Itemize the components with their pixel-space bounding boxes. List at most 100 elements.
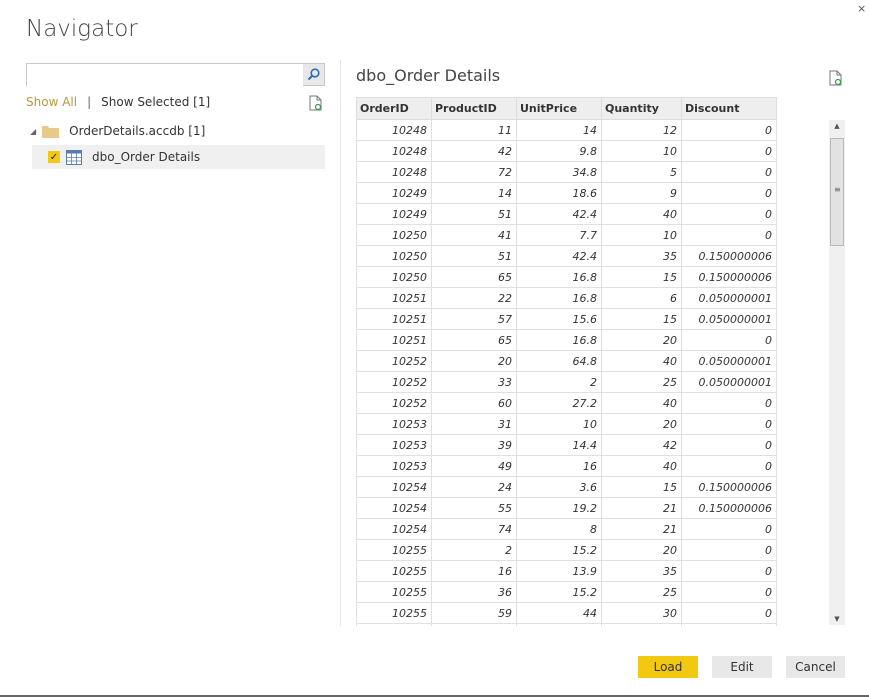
- table-cell: 10: [601, 224, 682, 246]
- table-cell: 51: [431, 203, 517, 225]
- table-cell: 74: [431, 518, 517, 540]
- table-cell: 20: [601, 539, 682, 561]
- close-button[interactable]: ×: [857, 2, 866, 15]
- refresh-preview-icon[interactable]: [829, 70, 842, 86]
- table-cell: 42.4: [516, 245, 602, 267]
- column-header[interactable]: Discount: [681, 97, 777, 120]
- table-row: 10252 20 64.8 40 0.050000001: [356, 350, 777, 372]
- table-cell: 10252: [356, 371, 432, 393]
- table-cell: [431, 623, 517, 626]
- table-cell: 15: [601, 476, 682, 498]
- grip-icon: ≡: [834, 185, 841, 194]
- table-cell: 10248: [356, 119, 432, 141]
- table-row: 10255 2 15.2 20 0: [356, 539, 777, 561]
- table-cell: 19.2: [516, 497, 602, 519]
- table-cell: 40: [601, 455, 682, 477]
- table-cell: 22: [431, 287, 517, 309]
- table-cell: 15.2: [516, 539, 602, 561]
- table-row: 10253 31 10 20 0: [356, 413, 777, 435]
- search-input[interactable]: [27, 64, 303, 86]
- table-cell: 12: [601, 119, 682, 141]
- table-cell: 0.150000006: [681, 266, 777, 288]
- table-cell: 0: [681, 140, 777, 162]
- table-cell: 2: [431, 539, 517, 561]
- table-cell: 42: [431, 140, 517, 162]
- refresh-icon[interactable]: [309, 95, 322, 111]
- table-cell: 10: [516, 413, 602, 435]
- table-cell: 2: [516, 371, 602, 393]
- checkbox[interactable]: ✓: [48, 151, 60, 163]
- scroll-down-icon[interactable]: ▼: [829, 615, 845, 623]
- table-cell: 10249: [356, 203, 432, 225]
- table-cell: 20: [431, 350, 517, 372]
- table-cell: 10251: [356, 329, 432, 351]
- table-cell: 20: [601, 413, 682, 435]
- table-cell: 14: [516, 119, 602, 141]
- table-cell: 10251: [356, 287, 432, 309]
- table-cell: 40: [601, 392, 682, 414]
- scroll-up-icon[interactable]: ▲: [829, 122, 845, 130]
- table-cell: 9.8: [516, 140, 602, 162]
- data-table: OrderID ProductID UnitPrice Quantity Discoun…: [356, 97, 777, 626]
- table-cell: 0.150000006: [681, 245, 777, 267]
- collapse-triangle-icon[interactable]: ◢: [30, 127, 36, 136]
- cancel-button[interactable]: Cancel: [786, 656, 845, 678]
- table-cell: 60: [431, 392, 517, 414]
- table-cell: 0: [681, 329, 777, 351]
- table-cell: 0.050000001: [681, 371, 777, 393]
- column-header[interactable]: ProductID: [431, 97, 517, 120]
- table-cell: 10254: [356, 497, 432, 519]
- table-cell: 7.7: [516, 224, 602, 246]
- table-cell: 0: [681, 602, 777, 624]
- filter-links: Show All | Show Selected [1]: [26, 95, 210, 109]
- table-cell: 15: [601, 308, 682, 330]
- table-cell: 33: [431, 371, 517, 393]
- table-cell: 6: [601, 287, 682, 309]
- folder-icon: [42, 125, 60, 138]
- table-cell: 10255: [356, 602, 432, 624]
- table-cell: 0.150000006: [681, 497, 777, 519]
- table-cell: 10: [601, 140, 682, 162]
- load-button[interactable]: Load: [638, 656, 698, 678]
- table-cell: 10252: [356, 392, 432, 414]
- table-cell: 0: [681, 161, 777, 183]
- table-cell: 8: [516, 518, 602, 540]
- table-cell: 40: [601, 203, 682, 225]
- table-cell: 3.6: [516, 476, 602, 498]
- table-cell: 0: [681, 413, 777, 435]
- table-cell: 44: [516, 602, 602, 624]
- table-cell: 35: [601, 560, 682, 582]
- tree-item-dbo-order-details[interactable]: ✓ dbo_Order Details: [32, 145, 325, 169]
- vertical-scrollbar[interactable]: ▲ ≡ ▼: [829, 120, 845, 625]
- table-cell: [601, 623, 682, 626]
- table-cell: 65: [431, 329, 517, 351]
- show-all-link[interactable]: Show All: [26, 95, 77, 109]
- table-cell: [356, 623, 432, 626]
- show-selected-link[interactable]: Show Selected [1]: [101, 95, 210, 109]
- table-cell: 15.6: [516, 308, 602, 330]
- table-cell: 42: [601, 434, 682, 456]
- table-cell: 14: [431, 182, 517, 204]
- table-cell: 21: [601, 497, 682, 519]
- table-cell: 42.4: [516, 203, 602, 225]
- table-cell: 10249: [356, 182, 432, 204]
- tree-folder[interactable]: ◢ OrderDetails.accdb [1]: [30, 124, 205, 138]
- table-cell: 15: [601, 266, 682, 288]
- table-cell: 16.8: [516, 266, 602, 288]
- table-cell: 11: [431, 119, 517, 141]
- table-cell: 57: [431, 308, 517, 330]
- column-header[interactable]: UnitPrice: [516, 97, 602, 120]
- table-row: 10250 41 7.7 10 0: [356, 224, 777, 246]
- search-button[interactable]: [303, 64, 324, 85]
- table-cell: 0: [681, 560, 777, 582]
- scroll-thumb[interactable]: ≡: [830, 138, 844, 246]
- edit-button[interactable]: Edit: [712, 656, 772, 678]
- table-row: [356, 623, 777, 626]
- table-cell: 10254: [356, 476, 432, 498]
- preview-grid[interactable]: OrderID ProductID UnitPrice Quantity Discoun…: [356, 97, 777, 626]
- column-header[interactable]: Quantity: [601, 97, 682, 120]
- table-cell: 10251: [356, 308, 432, 330]
- column-header[interactable]: OrderID: [356, 97, 432, 120]
- table-row: 10255 16 13.9 35 0: [356, 560, 777, 582]
- table-cell: 10253: [356, 434, 432, 456]
